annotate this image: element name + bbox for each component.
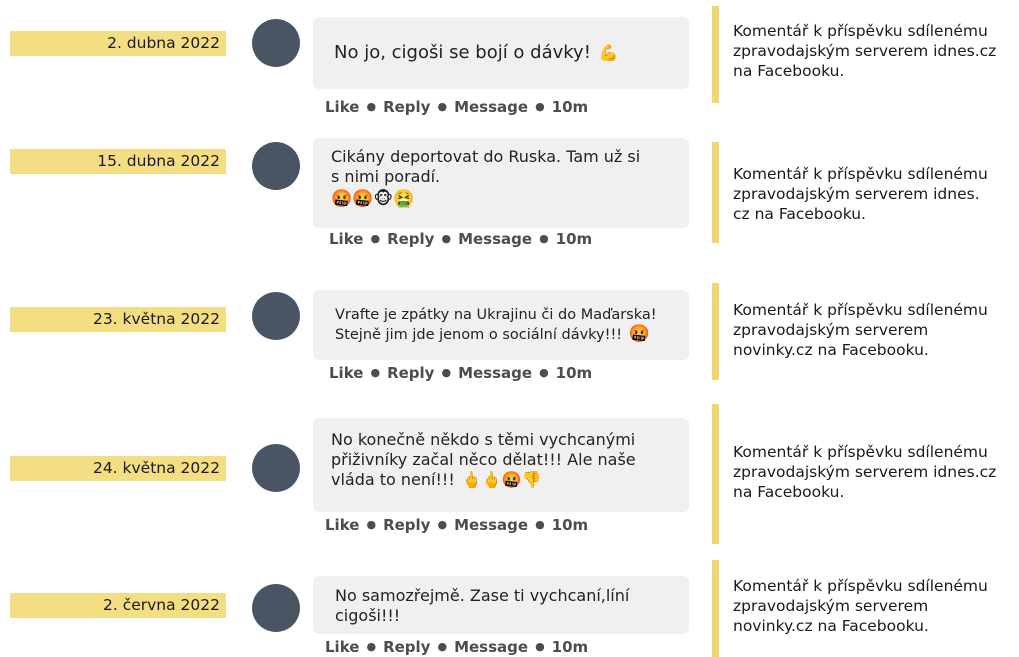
comment-actions: Like ● Reply ● Message ● 10m bbox=[325, 516, 588, 534]
avatar[interactable] bbox=[252, 444, 300, 492]
source-note: Komentář k příspěvku sdílenému zpravodaj… bbox=[733, 21, 996, 81]
divider-bar bbox=[712, 6, 719, 103]
comment-text-line: vláda to není!!! 🖕🖕🤬👎 bbox=[331, 470, 542, 489]
timestamp: 10m bbox=[551, 516, 589, 534]
comment-bubble: Cikány deportovat do Ruska. Tam už si s … bbox=[313, 138, 689, 228]
like-button[interactable]: Like bbox=[329, 364, 363, 382]
like-button[interactable]: Like bbox=[325, 638, 359, 656]
avatar[interactable] bbox=[252, 142, 300, 190]
source-note: Komentář k příspěvku sdílenému zpravodaj… bbox=[733, 576, 988, 636]
date-label: 24. května 2022 bbox=[10, 456, 226, 481]
comment-bubble: No jo, cigoši se bojí o dávky! 💪 bbox=[313, 17, 689, 89]
timestamp: 10m bbox=[555, 364, 593, 382]
separator-dot: ● bbox=[366, 518, 377, 531]
message-button[interactable]: Message bbox=[458, 364, 532, 382]
source-note-line: na Facebooku. bbox=[733, 483, 845, 501]
flexed-biceps-icon: 💪 bbox=[598, 43, 619, 62]
comment-text: No jo, cigoši se bojí o dávky! bbox=[334, 42, 591, 63]
comment-actions: Like ● Reply ● Message ● 10m bbox=[329, 230, 592, 248]
comment-bubble: Vrafte je zpátky na Ukrajinu či do Maďar… bbox=[313, 290, 689, 360]
timestamp: 10m bbox=[551, 98, 589, 116]
separator-dot: ● bbox=[366, 640, 377, 653]
source-note-line: zpravodajským serverem idnes.cz bbox=[733, 463, 997, 481]
date-label: 2. dubna 2022 bbox=[10, 31, 226, 56]
source-note-line: zpravodajským serverem idnes.cz bbox=[733, 42, 997, 60]
source-note: Komentář k příspěvku sdílenému zpravodaj… bbox=[733, 300, 988, 360]
comment-bubble: No konečně někdo s těmi vychcanými přiži… bbox=[313, 418, 689, 512]
comment-bubble: No samozřejmě. Zase ti vychcaní,líní cig… bbox=[313, 576, 689, 634]
separator-dot: ● bbox=[539, 232, 549, 245]
divider-bar bbox=[712, 142, 719, 243]
separator-dot: ● bbox=[437, 100, 448, 113]
separator-dot: ● bbox=[535, 100, 545, 113]
date-label: 2. června 2022 bbox=[10, 593, 226, 618]
divider-bar bbox=[712, 404, 719, 544]
separator-dot: ● bbox=[437, 640, 448, 653]
source-note-line: cz na Facebooku. bbox=[733, 205, 866, 223]
separator-dot: ● bbox=[539, 366, 549, 379]
comment-text-line: No konečně někdo s těmi vychcanými bbox=[331, 430, 636, 449]
comment-text-line: No samozřejmě. Zase ti vychcaní,líní bbox=[335, 586, 630, 605]
separator-dot: ● bbox=[437, 518, 448, 531]
source-note-line: Komentář k příspěvku sdílenému bbox=[733, 577, 988, 595]
divider-bar bbox=[712, 283, 719, 380]
comment-text-line: Cikány deportovat do Ruska. Tam už si bbox=[331, 147, 641, 166]
comment-text-line: cigoši!!! bbox=[335, 606, 401, 625]
date-label: 23. května 2022 bbox=[10, 307, 226, 332]
source-note-line: Komentář k příspěvku sdílenému bbox=[733, 165, 988, 183]
source-note-line: Komentář k příspěvku sdílenému bbox=[733, 301, 988, 319]
comment-actions: Like ● Reply ● Message ● 10m bbox=[325, 98, 588, 116]
like-button[interactable]: Like bbox=[329, 230, 363, 248]
separator-dot: ● bbox=[441, 232, 452, 245]
source-note-line: zpravodajským serverem bbox=[733, 597, 929, 615]
timestamp: 10m bbox=[551, 638, 589, 656]
separator-dot: ● bbox=[366, 100, 377, 113]
divider-bar bbox=[712, 560, 719, 657]
source-note: Komentář k příspěvku sdílenému zpravodaj… bbox=[733, 442, 996, 502]
source-note: Komentář k příspěvku sdílenému zpravodaj… bbox=[733, 164, 988, 224]
source-note-line: novinky.cz na Facebooku. bbox=[733, 617, 929, 635]
avatar[interactable] bbox=[252, 584, 300, 632]
comment-actions: Like ● Reply ● Message ● 10m bbox=[325, 638, 588, 656]
reply-button[interactable]: Reply bbox=[387, 364, 434, 382]
emoji-reactions-icon: 🤬🤬🐵🤮 bbox=[331, 189, 415, 209]
comment-text-line: přiživníky začal něco dělat!!! Ale naše bbox=[331, 450, 636, 469]
reply-button[interactable]: Reply bbox=[387, 230, 434, 248]
source-note-line: Komentář k příspěvku sdílenému bbox=[733, 22, 988, 40]
comment-text-line: s nimi poradí. bbox=[331, 167, 441, 186]
separator-dot: ● bbox=[370, 366, 381, 379]
angry-face-icon: 🤬 bbox=[628, 324, 650, 344]
date-label: 15. dubna 2022 bbox=[10, 149, 226, 174]
emoji-reactions-icon: 🖕🖕🤬👎 bbox=[461, 470, 542, 489]
comment-text-line: Stejně jim jde jenom o sociální dávky!!!… bbox=[335, 324, 650, 344]
timestamp: 10m bbox=[555, 230, 593, 248]
message-button[interactable]: Message bbox=[454, 516, 528, 534]
source-note-line: zpravodajským serverem idnes. bbox=[733, 185, 980, 203]
separator-dot: ● bbox=[535, 640, 545, 653]
like-button[interactable]: Like bbox=[325, 516, 359, 534]
source-note-line: Komentář k příspěvku sdílenému bbox=[733, 443, 988, 461]
separator-dot: ● bbox=[441, 366, 452, 379]
source-note-line: zpravodajským serverem bbox=[733, 321, 929, 339]
separator-dot: ● bbox=[370, 232, 381, 245]
reply-button[interactable]: Reply bbox=[383, 98, 430, 116]
like-button[interactable]: Like bbox=[325, 98, 359, 116]
message-button[interactable]: Message bbox=[454, 98, 528, 116]
reply-button[interactable]: Reply bbox=[383, 638, 430, 656]
message-button[interactable]: Message bbox=[454, 638, 528, 656]
reply-button[interactable]: Reply bbox=[383, 516, 430, 534]
comment-actions: Like ● Reply ● Message ● 10m bbox=[329, 364, 592, 382]
separator-dot: ● bbox=[535, 518, 545, 531]
source-note-line: novinky.cz na Facebooku. bbox=[733, 341, 929, 359]
message-button[interactable]: Message bbox=[458, 230, 532, 248]
comment-text-line: Vrafte je zpátky na Ukrajinu či do Maďar… bbox=[335, 307, 657, 323]
avatar[interactable] bbox=[252, 19, 300, 67]
source-note-line: na Facebooku. bbox=[733, 62, 845, 80]
avatar[interactable] bbox=[252, 292, 300, 340]
